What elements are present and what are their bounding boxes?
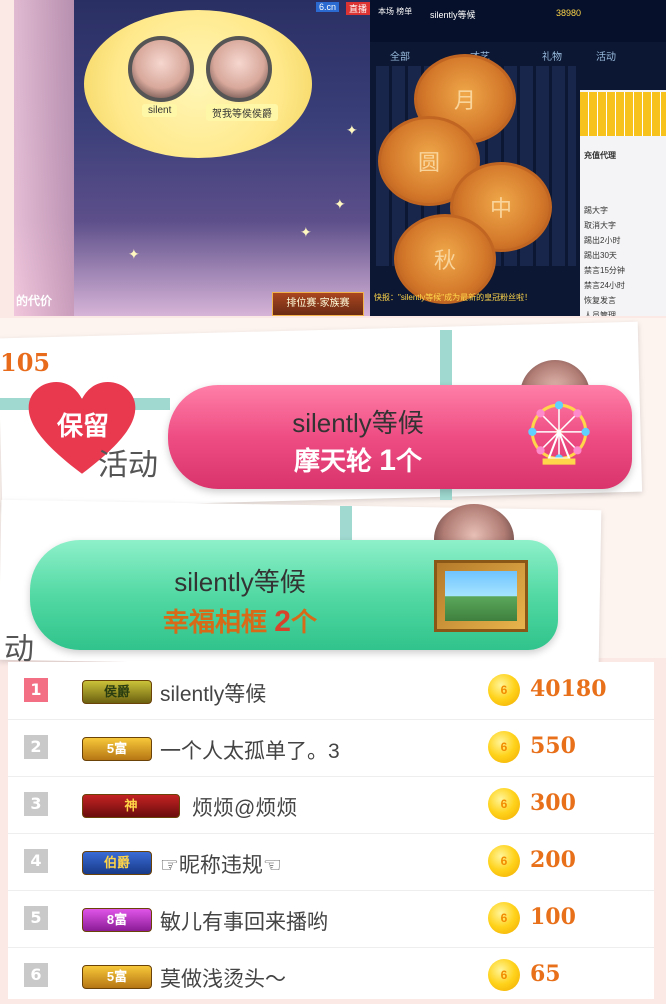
coin-icon: 6 bbox=[488, 674, 520, 706]
ranking-user-name[interactable]: ☞昵称违规☜ bbox=[160, 849, 282, 879]
tab-activity[interactable]: 活动 bbox=[596, 48, 616, 63]
ranking-row[interactable]: 6 5富 莫做浅烫头～ 6 65 bbox=[8, 947, 654, 1004]
mooncake-4: 秋 bbox=[394, 214, 496, 304]
admin-option[interactable]: 人员管理 bbox=[580, 308, 666, 316]
gift-unit: 个 bbox=[290, 607, 317, 637]
rank-number: 3 bbox=[24, 792, 48, 816]
mooncake-char: 月 bbox=[453, 89, 476, 114]
coin-icon: 6 bbox=[488, 902, 520, 934]
ranking-amount: 200 bbox=[530, 847, 576, 873]
gift-name: 摩天轮 bbox=[294, 446, 373, 476]
admin-option[interactable]: 踢大字 bbox=[580, 203, 666, 218]
gift-sender-name: silently等候 bbox=[174, 567, 306, 597]
gift-name: 幸福相框 bbox=[163, 607, 268, 637]
level-badge: 伯爵 bbox=[82, 851, 152, 875]
rank-match-button[interactable]: 排位赛·家族赛 bbox=[272, 292, 364, 316]
guest-avatar-1[interactable] bbox=[128, 36, 194, 102]
ranking-amount: 550 bbox=[530, 733, 576, 759]
admin-option[interactable]: 恢复发言 bbox=[580, 293, 666, 308]
guest-name-2: 贺我等侯侯爵 bbox=[206, 104, 278, 121]
live-tag: 直播 bbox=[346, 2, 371, 15]
guest-name-1: silent bbox=[142, 104, 178, 117]
rank-number: 4 bbox=[24, 849, 48, 873]
level-badge: 5富 bbox=[82, 965, 152, 989]
admin-option[interactable]: 踢出2小时 bbox=[580, 233, 666, 248]
gift-banner-photo-frame: silently等候 幸福相框 2个 bbox=[30, 540, 558, 650]
ranking-row[interactable]: 3 神 烦烦@烦烦 6 300 bbox=[8, 776, 654, 834]
top-user-coins: 38980 bbox=[556, 8, 582, 18]
coin-icon: 6 bbox=[488, 959, 520, 991]
score-number: 105 bbox=[0, 348, 51, 377]
ranking-user-name[interactable]: 敏儿有事回来播哟 bbox=[160, 906, 328, 936]
admin-menu-title: 充值代理 bbox=[584, 151, 616, 160]
ranking-row[interactable]: 2 5富 一个人太孤单了。3 6 550 bbox=[8, 719, 654, 777]
admin-option[interactable]: 禁言24小时 bbox=[580, 278, 666, 293]
ferris-wheel-icon bbox=[528, 401, 590, 465]
gift-count: 1 bbox=[379, 444, 396, 477]
room-rank-label: 本场 榜单 bbox=[378, 7, 413, 16]
gift-line: 摩天轮 1个 bbox=[228, 441, 488, 478]
gift-count: 2 bbox=[274, 605, 291, 638]
top-user-name[interactable]: silently等候 bbox=[430, 8, 476, 21]
mooncake-char: 秋 bbox=[433, 249, 456, 274]
admin-option[interactable]: 禁言15分钟 bbox=[580, 263, 666, 278]
sparkle-icon: ✦ bbox=[346, 122, 358, 138]
rank-number: 1 bbox=[24, 678, 48, 702]
ranking-row[interactable]: 5 8富 敏儿有事回来播哟 6 100 bbox=[8, 890, 654, 948]
activity-label: 活动 bbox=[98, 449, 158, 482]
agent-text: 的代价 bbox=[16, 294, 53, 308]
photo-frame-icon bbox=[434, 560, 528, 632]
chat-panel: 本场 榜单 silently等候 38980 全部 才艺 礼物 活动 充值代理 … bbox=[370, 0, 666, 316]
coin-icon: 6 bbox=[488, 845, 520, 877]
level-badge: 8富 bbox=[82, 908, 152, 932]
gift-unit: 个 bbox=[395, 446, 422, 476]
ranking-user-name[interactable]: 莫做浅烫头～ bbox=[160, 963, 286, 993]
mooncake-char: 圆 bbox=[417, 151, 440, 176]
gift-line: 幸福相框 2个 bbox=[110, 602, 370, 639]
guest-avatar-2[interactable] bbox=[206, 36, 272, 102]
ranking-amount: 40180 bbox=[530, 676, 607, 702]
mooncake-decoration: 月 圆 中 秋 bbox=[374, 30, 552, 304]
admin-option[interactable]: 踢出30天 bbox=[580, 248, 666, 263]
reserve-label: 保留 bbox=[56, 411, 109, 441]
gift-sender-name: silently等候 bbox=[292, 408, 424, 438]
level-badge: 侯爵 bbox=[82, 680, 152, 704]
ranking-row[interactable]: 4 伯爵 ☞昵称违规☜ 6 200 bbox=[8, 833, 654, 891]
rank-number: 5 bbox=[24, 906, 48, 930]
site-logo: 6.cn bbox=[316, 2, 340, 12]
gift-ranking-list: 1 侯爵 silently等候 6 40180 2 5富 一个人太孤单了。3 6… bbox=[8, 662, 654, 999]
rank-number: 6 bbox=[24, 963, 48, 987]
coin-strip bbox=[580, 92, 666, 136]
ranking-user-name[interactable]: 一个人太孤单了。3 bbox=[160, 735, 340, 765]
coin-icon: 6 bbox=[488, 788, 520, 820]
sparkle-icon: ✦ bbox=[300, 224, 312, 240]
ranking-row[interactable]: 1 侯爵 silently等候 6 40180 bbox=[8, 662, 654, 720]
level-badge: 神 bbox=[82, 794, 180, 818]
ranking-user-name[interactable]: 烦烦@烦烦 bbox=[192, 792, 297, 822]
rank-number: 2 bbox=[24, 735, 48, 759]
level-badge: 5富 bbox=[82, 737, 152, 761]
coin-icon: 6 bbox=[488, 731, 520, 763]
sparkle-icon: ✦ bbox=[128, 246, 140, 262]
broadcast-message: 快报："silently等候"成为最新的皇冠粉丝啦！ bbox=[374, 293, 533, 302]
ranking-user-name[interactable]: silently等候 bbox=[160, 678, 266, 708]
gift-banner-ferris-wheel: silently等候 摩天轮 1个 bbox=[168, 385, 632, 489]
sparkle-icon: ✦ bbox=[334, 196, 346, 212]
ranking-amount: 65 bbox=[530, 961, 561, 987]
admin-option[interactable]: 取消大字 bbox=[580, 218, 666, 233]
ranking-amount: 300 bbox=[530, 790, 576, 816]
moon-decoration bbox=[84, 10, 312, 158]
curtain-decoration bbox=[14, 0, 74, 316]
ranking-amount: 100 bbox=[530, 904, 576, 930]
